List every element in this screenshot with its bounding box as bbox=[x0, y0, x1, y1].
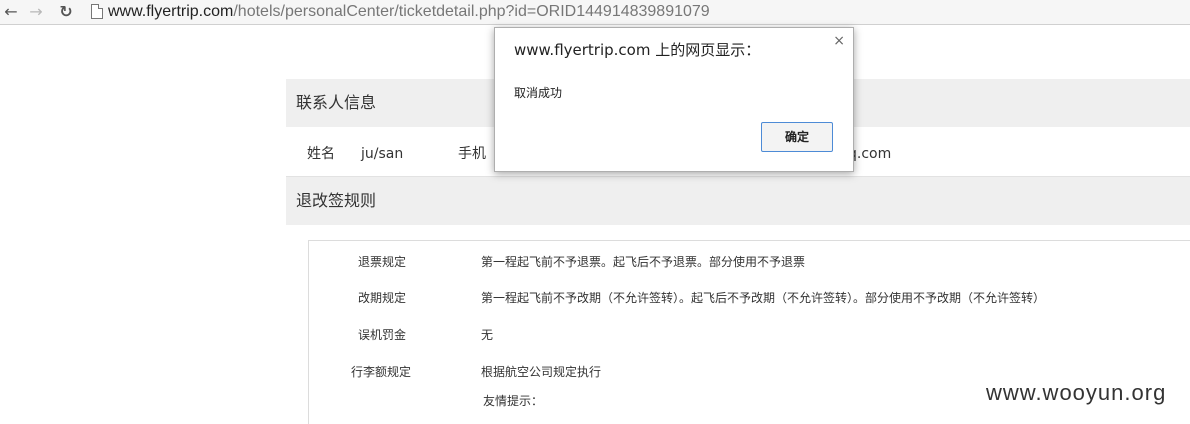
email-value: q.com bbox=[848, 146, 892, 162]
url-path: /hotels/personalCenter/ticketdetail.php?… bbox=[233, 3, 710, 20]
rule-label-baggage: 行李额规定 bbox=[351, 365, 412, 379]
rule-label-noshow: 误机罚金 bbox=[358, 328, 407, 342]
reload-icon[interactable]: ↻ bbox=[57, 2, 75, 22]
rules-section-header: 退改签规则 bbox=[286, 177, 1190, 225]
close-icon[interactable]: × bbox=[833, 33, 845, 49]
ok-button[interactable]: 确定 bbox=[761, 122, 833, 152]
back-arrow-icon[interactable]: ← bbox=[2, 2, 20, 22]
friendly-tip: 友情提示： bbox=[483, 394, 544, 408]
watermark: www.wooyun.org bbox=[986, 380, 1167, 405]
browser-toolbar: ← → ↻ www.flyertrip.com/hotels/personalC… bbox=[0, 0, 1190, 25]
rule-label-change: 改期规定 bbox=[358, 291, 407, 305]
rule-value-noshow: 无 bbox=[481, 328, 494, 342]
phone-label: 手机 bbox=[458, 146, 486, 162]
forward-arrow-icon[interactable]: → bbox=[27, 2, 45, 22]
page-document-icon bbox=[91, 4, 103, 19]
dialog-title: www.flyertrip.com 上的网页显示： bbox=[514, 41, 761, 59]
url-host: www.flyertrip.com bbox=[108, 3, 234, 20]
name-value: ju/san bbox=[361, 146, 404, 162]
address-bar[interactable]: www.flyertrip.com/hotels/personalCenter/… bbox=[108, 1, 710, 23]
rule-value-baggage: 根据航空公司规定执行 bbox=[481, 365, 602, 379]
name-label: 姓名 bbox=[307, 146, 335, 162]
rule-value-refund: 第一程起飞前不予退票。起飞后不予退票。部分使用不予退票 bbox=[481, 255, 806, 269]
dialog-message: 取消成功 bbox=[514, 86, 563, 100]
alert-dialog: www.flyertrip.com 上的网页显示： × 取消成功 确定 bbox=[494, 27, 854, 172]
rule-label-refund: 退票规定 bbox=[358, 255, 407, 269]
rule-value-change: 第一程起飞前不予改期（不允许签转）。起飞后不予改期（不允许签转）。部分使用不予改… bbox=[481, 291, 1046, 305]
